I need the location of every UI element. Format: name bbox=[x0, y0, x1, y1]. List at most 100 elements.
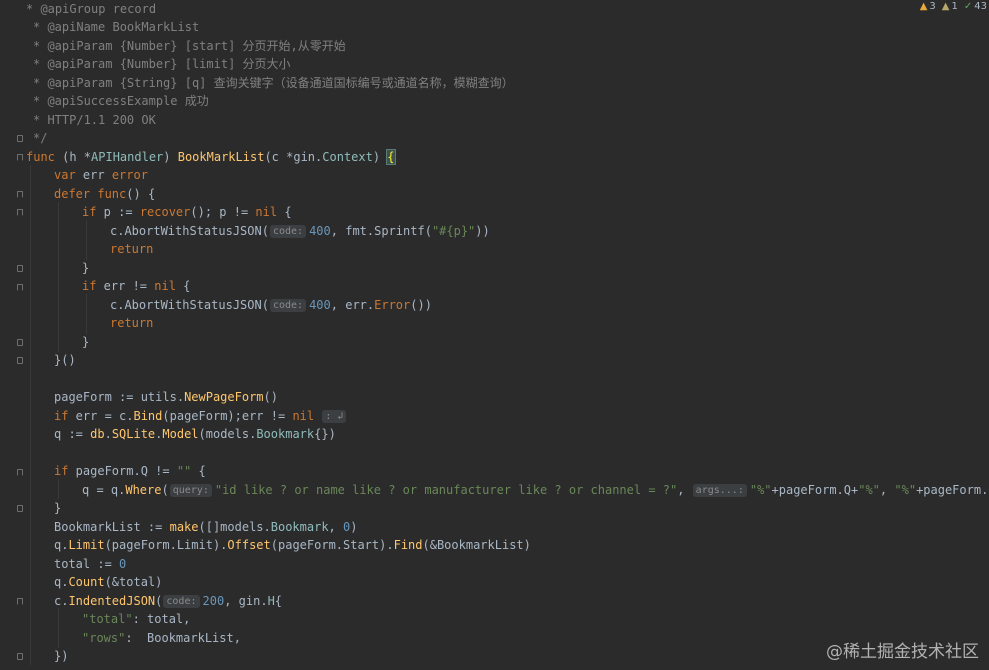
code-line[interactable]: if p := recover(); p != nil { bbox=[82, 203, 292, 221]
keyword: nil bbox=[292, 409, 315, 423]
collapsed-block-hint[interactable]: : ↲ bbox=[322, 410, 347, 423]
code-line[interactable]: func (h *APIHandler) BookMarkList(c *gin… bbox=[26, 148, 396, 166]
code-line[interactable]: * HTTP/1.1 200 OK bbox=[33, 111, 156, 129]
inspection-widget[interactable]: ▲ 3 ▲ 1 ✓ 43 bbox=[918, 0, 989, 14]
weak-warnings-indicator[interactable]: ▲ 1 bbox=[942, 0, 958, 14]
fold-marker-icon[interactable] bbox=[17, 265, 23, 272]
watermark: @稀土掘金技术社区 bbox=[826, 642, 979, 662]
code-text: p := bbox=[96, 205, 140, 219]
code-text: . bbox=[260, 594, 268, 608]
code-text: )) bbox=[475, 224, 490, 238]
fold-marker-icon[interactable] bbox=[17, 135, 23, 142]
code-text: } bbox=[54, 501, 62, 515]
fold-marker-icon[interactable] bbox=[17, 505, 23, 512]
code-line[interactable]: q.Count(&total) bbox=[54, 573, 162, 591]
code-line[interactable]: c.IndentedJSON(code: 200, gin.H{ bbox=[54, 592, 282, 610]
typos-indicator[interactable]: ✓ 43 bbox=[964, 0, 987, 14]
code-line[interactable]: } bbox=[82, 259, 89, 277]
code-line[interactable]: q := db.SQLite.Model(models.Bookmark{}) bbox=[54, 425, 336, 443]
warnings-indicator[interactable]: ▲ 3 bbox=[920, 0, 936, 14]
code-line[interactable]: }) bbox=[54, 647, 68, 665]
indent-guide bbox=[58, 202, 59, 352]
package-name: gin bbox=[238, 594, 261, 608]
code-line[interactable]: total := 0 bbox=[54, 555, 126, 573]
code-line[interactable]: defer func() { bbox=[54, 185, 155, 203]
code-text: err != bbox=[96, 279, 155, 293]
method-name: Bind bbox=[133, 409, 163, 423]
code-line[interactable]: var err error bbox=[54, 166, 148, 184]
code-text: : BookmarkList, bbox=[125, 631, 241, 645]
code-line[interactable]: * @apiParam {Number} [start] 分页开始,从零开始 bbox=[33, 37, 346, 55]
type-name: Bookmark bbox=[256, 427, 315, 441]
code-line[interactable]: * @apiName BookMarkList bbox=[33, 18, 199, 36]
code-text: (&BookmarkList) bbox=[422, 538, 531, 552]
code-text: , bbox=[677, 483, 692, 497]
code-editor[interactable]: * @apiGroup record * @apiName BookMarkLi… bbox=[0, 0, 989, 670]
code-line[interactable]: if pageForm.Q != "" { bbox=[54, 462, 206, 480]
code-line[interactable]: c.AbortWithStatusJSON(code: 400, fmt.Spri… bbox=[110, 222, 490, 240]
code-line[interactable]: * @apiParam {Number} [limit] 分页大小 bbox=[33, 55, 291, 73]
fold-marker-icon[interactable] bbox=[17, 598, 23, 605]
fold-marker-icon[interactable] bbox=[17, 284, 23, 291]
comment-text: * HTTP/1.1 200 OK bbox=[33, 113, 156, 127]
number-literal: 400 bbox=[309, 298, 331, 312]
code-line[interactable]: q = q.Where(query: "id like ? or name lik… bbox=[82, 481, 989, 499]
code-text: ()) bbox=[410, 298, 432, 312]
weak-warnings-count: 1 bbox=[951, 1, 958, 12]
method-name: Error bbox=[374, 298, 411, 312]
fold-marker-icon[interactable] bbox=[17, 357, 23, 364]
code-line[interactable]: * @apiGroup record bbox=[26, 0, 156, 18]
code-line[interactable]: q.Limit(pageForm.Limit).Offset(pageForm.… bbox=[54, 536, 531, 554]
code-text: (); p != bbox=[190, 205, 256, 219]
code-line[interactable]: return bbox=[110, 314, 153, 332]
method-name: Find bbox=[393, 538, 423, 552]
method-name: AbortWithStatusJSON bbox=[124, 298, 262, 312]
type-name: Bookmark bbox=[270, 520, 329, 534]
code-text: c. bbox=[110, 224, 125, 238]
method-name: Limit bbox=[68, 538, 105, 552]
comment-text: * @apiSuccessExample 成功 bbox=[33, 94, 209, 108]
fold-marker-icon[interactable] bbox=[17, 469, 23, 476]
method-name: Model bbox=[162, 427, 199, 441]
code-text: { bbox=[175, 279, 191, 293]
code-line[interactable]: c.AbortWithStatusJSON(code: 400, err.Erro… bbox=[110, 296, 432, 314]
string-literal: "total" bbox=[82, 612, 133, 626]
number-literal: 0 bbox=[119, 557, 127, 571]
code-line[interactable]: }() bbox=[54, 351, 76, 369]
keyword: return bbox=[110, 242, 154, 256]
code-line[interactable]: */ bbox=[33, 129, 47, 147]
code-line[interactable]: if err != nil { bbox=[82, 277, 190, 295]
code-text: c. bbox=[110, 298, 125, 312]
code-line[interactable]: "rows": BookmarkList, bbox=[82, 629, 241, 647]
indent-guide bbox=[30, 165, 31, 665]
code-line[interactable]: if err = c.Bind(pageForm);err != nil : ↲ bbox=[54, 407, 349, 425]
code-line[interactable]: "total": total, bbox=[82, 610, 190, 628]
method-name: Sprintf bbox=[374, 224, 425, 238]
fold-marker-icon[interactable] bbox=[17, 209, 23, 216]
code-text: , bbox=[328, 520, 343, 534]
code-text: (pageForm.Limit). bbox=[104, 538, 228, 552]
number-literal: 400 bbox=[309, 224, 331, 238]
code-text: BookmarkList := bbox=[54, 520, 170, 534]
code-text: ([]models. bbox=[198, 520, 271, 534]
package-name: gin bbox=[293, 150, 316, 164]
code-line[interactable]: BookmarkList := make([]models.Bookmark, … bbox=[54, 518, 357, 536]
type-name: Context bbox=[322, 150, 373, 164]
code-text: { bbox=[191, 464, 206, 478]
keyword: if bbox=[54, 409, 69, 423]
code-line[interactable]: * @apiParam {String} [q] 查询关键字（设备通道国标编号或… bbox=[33, 74, 514, 92]
typo-icon: ✓ bbox=[963, 1, 973, 12]
code-line[interactable]: } bbox=[54, 499, 61, 517]
code-text: } bbox=[82, 261, 90, 275]
string-literal: "%" bbox=[749, 483, 772, 497]
code-line[interactable]: pageForm := utils.NewPageForm() bbox=[54, 388, 278, 406]
code-text: pageForm := bbox=[54, 390, 141, 404]
code-line[interactable]: } bbox=[82, 333, 89, 351]
code-line[interactable]: * @apiSuccessExample 成功 bbox=[33, 92, 209, 110]
fold-marker-icon[interactable] bbox=[17, 191, 23, 198]
fold-marker-icon[interactable] bbox=[17, 339, 23, 346]
fold-marker-icon[interactable] bbox=[17, 653, 23, 660]
fold-marker-icon[interactable] bbox=[17, 154, 23, 161]
string-literal: "#{p}" bbox=[431, 224, 476, 238]
code-line[interactable]: return bbox=[110, 240, 153, 258]
